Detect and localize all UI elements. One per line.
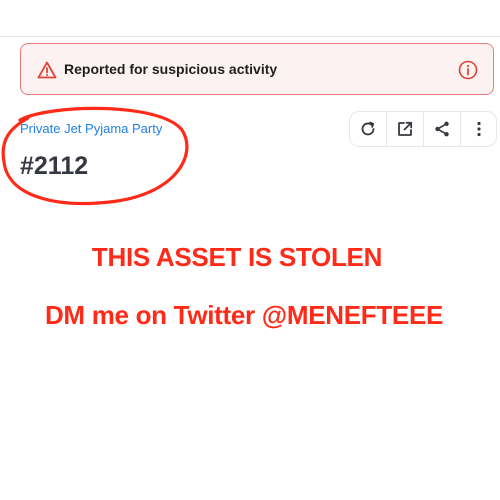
- refresh-icon: [361, 121, 375, 136]
- more-options-button[interactable]: [461, 112, 496, 146]
- suspicious-activity-alert: Reported for suspicious activity: [20, 43, 494, 95]
- annotation-circle: [1, 106, 189, 206]
- share-button[interactable]: [424, 112, 461, 146]
- item-action-toolbar: [349, 111, 497, 147]
- more-options-icon: [476, 121, 481, 137]
- stolen-asset-warning: THIS ASSET IS STOLEN: [91, 242, 383, 272]
- warning-triangle-icon: [37, 61, 57, 79]
- twitter-contact-message: DM me on Twitter @MENEFTEEE: [44, 300, 444, 330]
- header-divider: [0, 36, 500, 37]
- external-link-icon: [398, 121, 413, 136]
- refresh-button[interactable]: [350, 112, 387, 146]
- open-external-button[interactable]: [387, 112, 424, 146]
- info-circle-icon[interactable]: [457, 59, 479, 81]
- share-icon: [435, 121, 449, 137]
- alert-message: Reported for suspicious activity: [64, 61, 278, 77]
